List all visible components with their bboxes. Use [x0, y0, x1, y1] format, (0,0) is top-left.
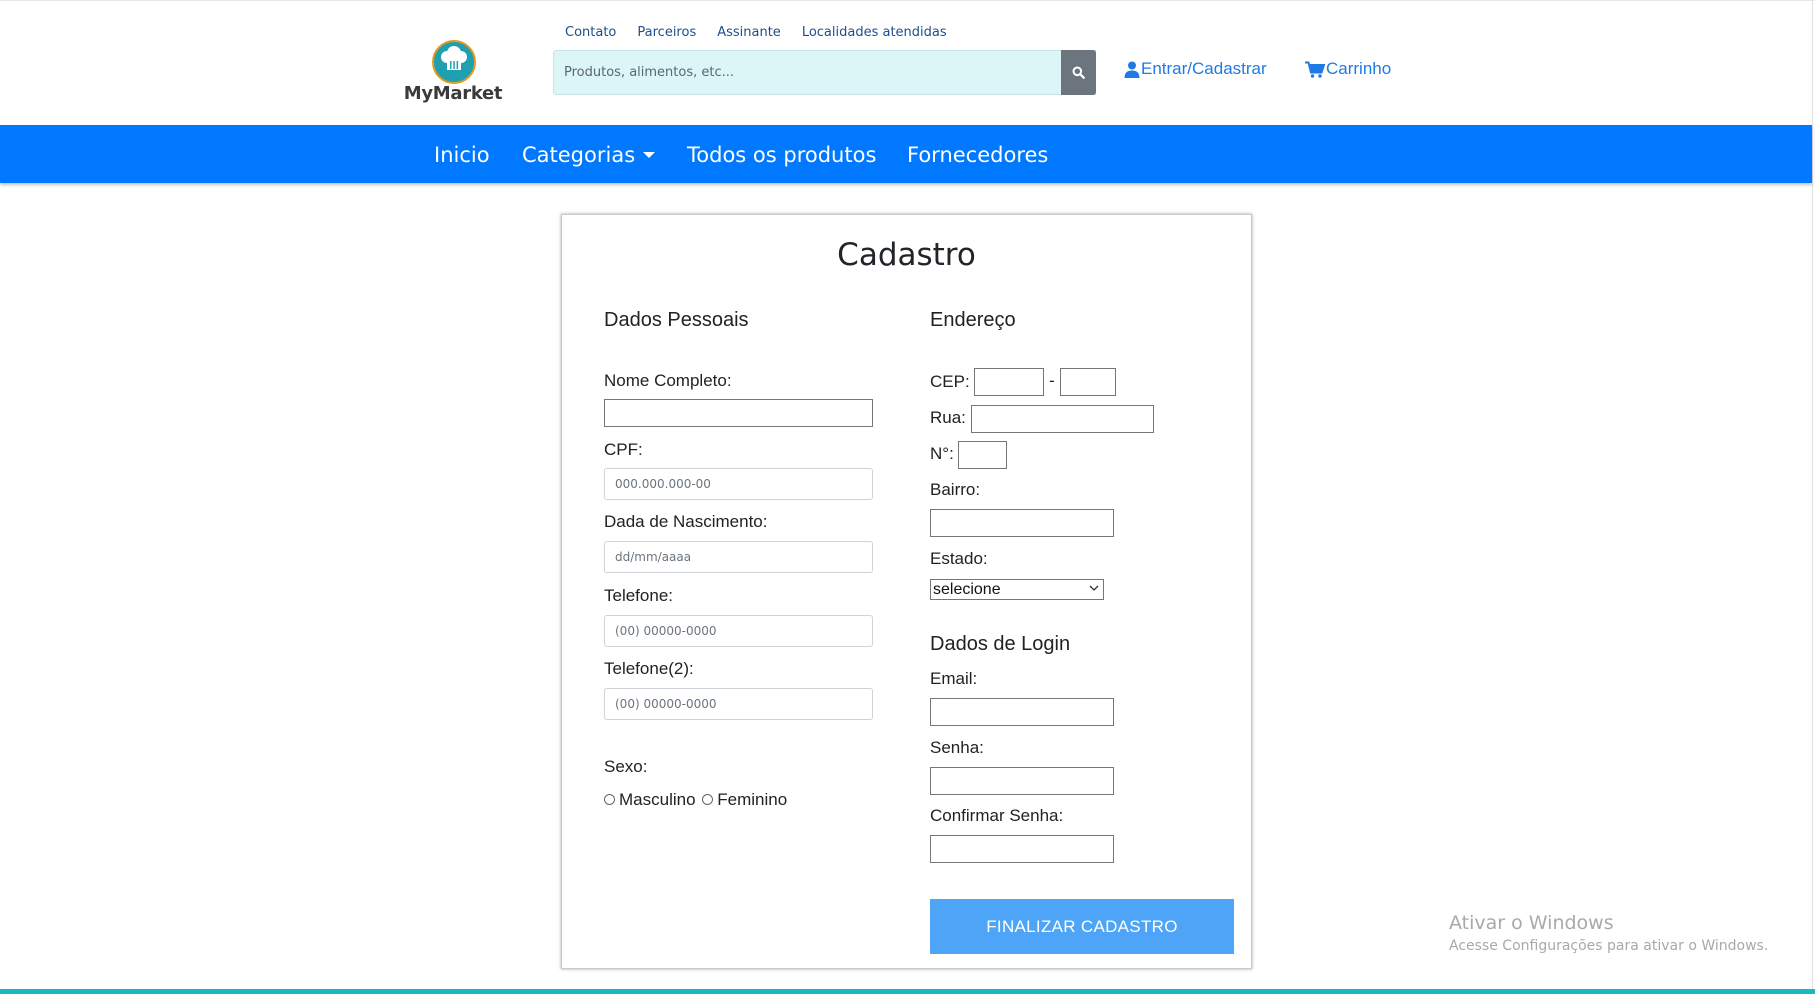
cpf-input[interactable]: 000.000.000-00	[604, 468, 873, 500]
numero-label: N°:	[930, 444, 954, 463]
login-label: Entrar/Cadastrar	[1141, 59, 1267, 78]
nav-inicio[interactable]: Inicio	[434, 143, 490, 167]
cart-link[interactable]: Carrinho	[1305, 59, 1391, 79]
top-links: Contato Parceiros Assinante Localidades …	[565, 25, 968, 40]
telefone2-label: Telefone(2):	[604, 659, 694, 678]
telefone-input[interactable]: (00) 00000-0000	[604, 615, 873, 647]
sexo-label: Sexo:	[604, 757, 648, 776]
confirmar-input[interactable]	[930, 835, 1114, 863]
cep-input-2[interactable]	[1060, 368, 1116, 396]
nav-categorias[interactable]: Categorias	[522, 143, 656, 167]
search-button[interactable]	[1061, 50, 1096, 95]
bairro-input[interactable]	[930, 509, 1114, 537]
search-box	[553, 50, 1096, 95]
submit-button[interactable]: FINALIZAR CADASTRO	[930, 899, 1234, 954]
nav-todos-produtos[interactable]: Todos os produtos	[687, 143, 876, 167]
address-heading: Endereço	[930, 309, 1016, 331]
main-navbar: Inicio Categorias Todos os produtos Forn…	[0, 125, 1812, 183]
sexo-options: Masculino Feminino	[604, 790, 787, 810]
brand-name: MyMarket	[403, 83, 503, 104]
windows-activation-watermark: Ativar o Windows Acesse Configurações pa…	[1449, 912, 1768, 954]
search-input[interactable]	[554, 51, 1095, 94]
link-parceiros[interactable]: Parceiros	[637, 25, 696, 40]
radio-feminino[interactable]	[702, 793, 714, 805]
rua-input[interactable]	[971, 405, 1154, 433]
email-label: Email:	[930, 669, 978, 688]
confirmar-label: Confirmar Senha:	[930, 806, 1064, 825]
signup-card: Cadastro Dados Pessoais Nome Completo: C…	[561, 214, 1252, 969]
radio-masculino[interactable]	[604, 793, 615, 805]
watermark-line1: Ativar o Windows	[1449, 912, 1614, 934]
nome-label: Nome Completo:	[604, 371, 732, 390]
user-icon	[1124, 61, 1140, 78]
radio-feminino-label: Feminino	[717, 790, 788, 809]
personal-heading: Dados Pessoais	[604, 309, 749, 331]
bairro-label: Bairro:	[930, 480, 981, 499]
nav-fornecedores[interactable]: Fornecedores	[907, 143, 1048, 167]
form-title: Cadastro	[837, 237, 976, 273]
chevron-down-icon	[1089, 585, 1099, 591]
rua-label: Rua:	[930, 408, 966, 427]
senha-input[interactable]	[930, 767, 1114, 795]
cpf-label: CPF:	[604, 440, 643, 459]
login-link[interactable]: Entrar/Cadastrar	[1124, 59, 1267, 79]
nome-input[interactable]	[604, 399, 873, 427]
estado-select[interactable]: selecione	[930, 579, 1104, 600]
email-input[interactable]	[930, 698, 1114, 726]
cep-input-1[interactable]	[974, 368, 1044, 396]
search-icon	[1072, 66, 1085, 79]
right-border	[1812, 0, 1813, 994]
nav-categorias-label: Categorias	[522, 143, 636, 167]
cart-label: Carrinho	[1326, 59, 1392, 78]
radio-masculino-label: Masculino	[619, 790, 696, 809]
telefone-label: Telefone:	[604, 586, 673, 605]
top-border	[0, 0, 1815, 1]
watermark-line2: Acesse Configurações para ativar o Windo…	[1449, 938, 1769, 954]
senha-label: Senha:	[930, 738, 984, 757]
nascimento-input[interactable]: dd/mm/aaaa	[604, 541, 873, 573]
caret-down-icon	[643, 151, 656, 158]
nascimento-label: Dada de Nascimento:	[604, 512, 768, 531]
cep-separator: -	[1049, 371, 1055, 390]
brand-logo[interactable]: MyMarket	[403, 38, 503, 106]
estado-label: Estado:	[930, 549, 988, 568]
cep-label: CEP:	[930, 372, 970, 391]
estado-selected: selecione	[933, 581, 1001, 598]
chef-hat-icon	[432, 40, 476, 84]
numero-input[interactable]	[958, 441, 1007, 469]
cart-icon	[1305, 61, 1325, 78]
bottom-bar	[0, 989, 1815, 994]
telefone2-input[interactable]: (00) 00000-0000	[604, 688, 873, 720]
link-assinante[interactable]: Assinante	[717, 25, 781, 40]
link-localidades[interactable]: Localidades atendidas	[802, 25, 947, 40]
login-heading: Dados de Login	[930, 633, 1071, 655]
link-contato[interactable]: Contato	[565, 25, 616, 40]
